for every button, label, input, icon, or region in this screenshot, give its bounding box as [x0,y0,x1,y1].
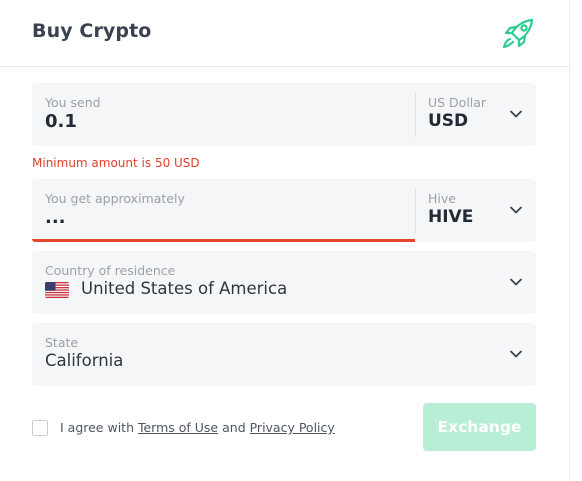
rocket-icon [499,15,537,53]
chevron-down-icon[interactable] [509,107,523,121]
buy-crypto-card: Buy Crypto You send 0.1 US Dollar USD Mi… [0,0,569,481]
send-currency-label: US Dollar [428,95,487,110]
send-amount-input[interactable]: 0.1 [45,111,77,132]
chevron-down-icon[interactable] [509,347,523,361]
error-message: Minimum amount is 50 USD [32,156,200,170]
country-label: Country of residence [45,263,176,278]
chevron-down-icon[interactable] [509,275,523,289]
privacy-policy-link[interactable]: Privacy Policy [250,420,335,435]
get-label: You get approximately [45,191,185,206]
state-value: California [45,351,124,370]
state-select[interactable]: State California [32,323,536,386]
us-flag-icon [45,282,69,298]
exchange-button[interactable]: Exchange [423,403,536,451]
header: Buy Crypto [0,0,569,67]
field-divider [415,92,416,137]
send-currency-select[interactable]: USD [428,111,468,131]
get-amount-value: ... [45,207,66,228]
country-value: United States of America [81,279,288,298]
country-select[interactable]: Country of residence United States of Am… [32,251,536,314]
chevron-down-icon[interactable] [509,203,523,217]
send-label: You send [45,95,101,110]
page-edge [569,0,570,481]
agreement-middle: and [218,420,250,435]
get-currency-select[interactable]: HIVE [428,207,473,227]
page-title: Buy Crypto [32,20,152,42]
field-divider [415,188,416,233]
agreement-prefix: I agree with [60,420,138,435]
state-label: State [45,335,79,350]
send-amount-field[interactable]: You send 0.1 US Dollar USD [32,83,536,146]
get-currency-label: Hive [428,191,456,206]
terms-of-use-link[interactable]: Terms of Use [138,420,218,435]
agree-checkbox[interactable] [32,420,48,436]
agreement-text: I agree with Terms of Use and Privacy Po… [60,420,335,435]
get-amount-field[interactable]: You get approximately ... Hive HIVE [32,179,536,242]
